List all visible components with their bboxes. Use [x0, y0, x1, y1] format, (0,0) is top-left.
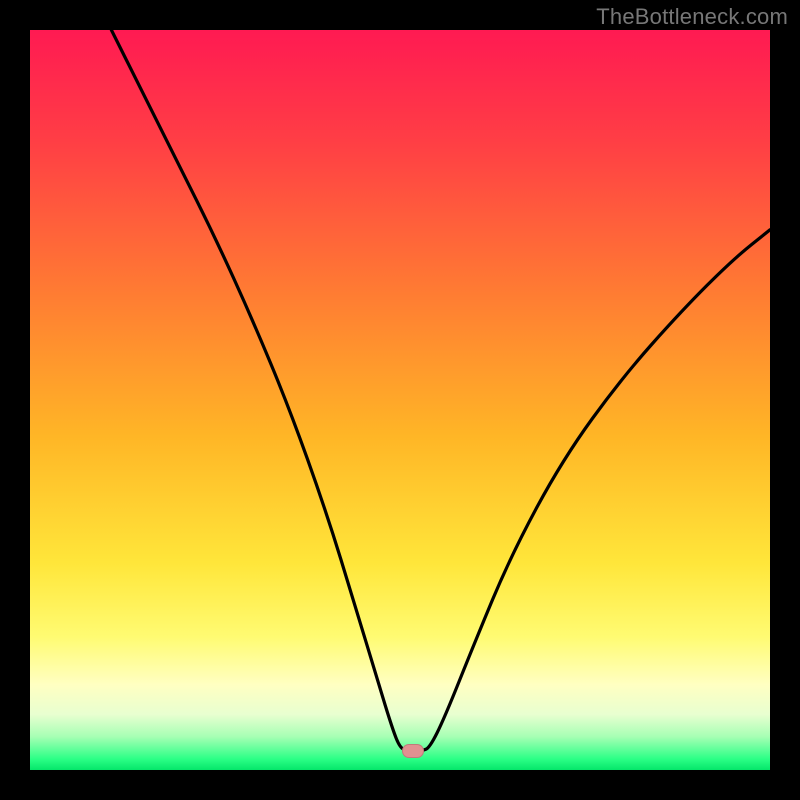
- watermark-text: TheBottleneck.com: [596, 4, 788, 30]
- chart-frame: TheBottleneck.com: [0, 0, 800, 800]
- bottleneck-curve: [30, 30, 770, 770]
- optimum-marker: [402, 744, 424, 758]
- plot-area: [30, 30, 770, 770]
